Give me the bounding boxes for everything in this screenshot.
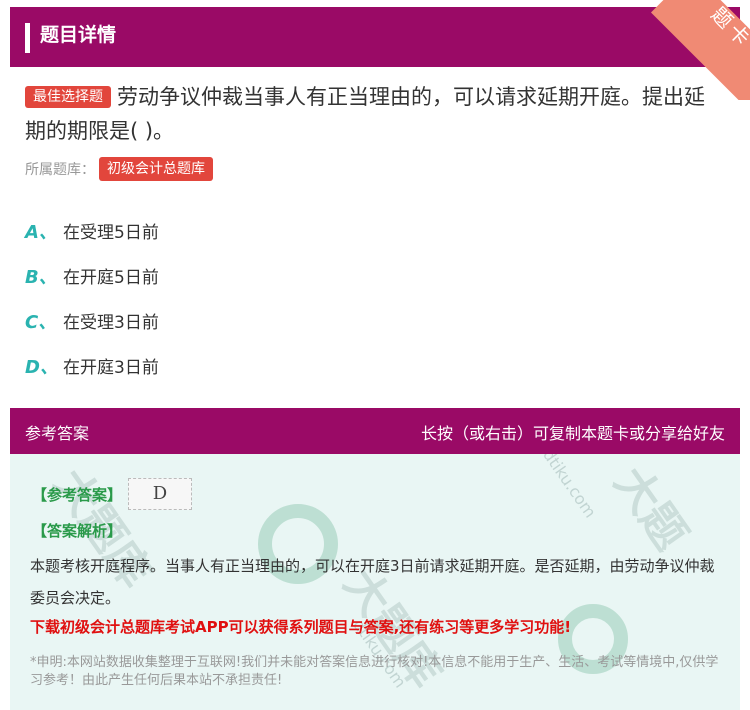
answer-body: 大题库 大题库 大题 dtiku.com dtiku.com 【参考答案】 D … xyxy=(10,454,740,710)
answer-value: D xyxy=(128,478,193,510)
analysis-text: 本题考核开庭程序。当事人有正当理由的，可以在开庭3日前请求延期开庭。是否延期，由… xyxy=(30,557,715,607)
option-text: 在开庭3日前 xyxy=(63,358,159,378)
option-text: 在受理5日前 xyxy=(63,223,159,243)
answer-section-header: 参考答案 长按（或右击）可复制本题卡或分享给好友 xyxy=(10,408,740,454)
option-c[interactable]: C、 在受理3日前 xyxy=(25,298,725,343)
option-text: 在受理3日前 xyxy=(63,313,159,333)
question-type-badge: 最佳选择题 xyxy=(25,86,111,108)
question-stem: 最佳选择题 劳动争议仲裁当事人有正当理由的，可以请求延期开庭。提出延期的期限是( … xyxy=(25,80,725,148)
option-a[interactable]: A、 在受理5日前 xyxy=(25,208,725,253)
answer-section-title: 参考答案 xyxy=(25,424,90,443)
option-letter: B、 xyxy=(25,266,57,288)
disclaimer-text: *申明:本网站数据收集整理于互联网!我们并未能对答案信息进行核对!本信息不能用于… xyxy=(30,655,719,688)
app-download-promo[interactable]: 下载初级会计总题库考试APP可以获得系列题目与答案,还有练习等更多学习功能! xyxy=(30,616,571,637)
watermark-text: 大题 xyxy=(604,457,697,560)
option-letter: C、 xyxy=(25,311,57,333)
option-letter: A、 xyxy=(25,221,57,243)
answer-label: 【参考答案】 xyxy=(32,485,123,504)
option-b[interactable]: B、 在开庭5日前 xyxy=(25,253,725,298)
page-title: 题目详情 xyxy=(40,24,117,46)
question-text: 劳动争议仲裁当事人有正当理由的，可以请求延期开庭。提出延期的期限是( )。 xyxy=(25,85,705,143)
source-row: 所属题库： 初级会计总题库 xyxy=(25,157,213,181)
watermark-url: dtiku.com xyxy=(539,454,600,522)
option-d[interactable]: D、 在开庭3日前 xyxy=(25,343,725,388)
share-hint: 长按（或右击）可复制本题卡或分享给好友 xyxy=(420,424,725,443)
source-label: 所属题库： xyxy=(25,162,95,178)
options-list: A、 在受理5日前 B、 在开庭5日前 C、 在受理3日前 D、 在开庭3日前 xyxy=(25,208,725,388)
title-header: 题目详情 xyxy=(10,7,740,67)
header-accent-bar xyxy=(25,23,30,53)
option-letter: D、 xyxy=(25,356,58,378)
answer-row: 【参考答案】 D xyxy=(32,478,193,510)
question-bank-link[interactable]: 初级会计总题库 xyxy=(99,157,213,181)
analysis-label: 【答案解析】 xyxy=(32,522,123,540)
option-text: 在开庭5日前 xyxy=(63,268,159,288)
